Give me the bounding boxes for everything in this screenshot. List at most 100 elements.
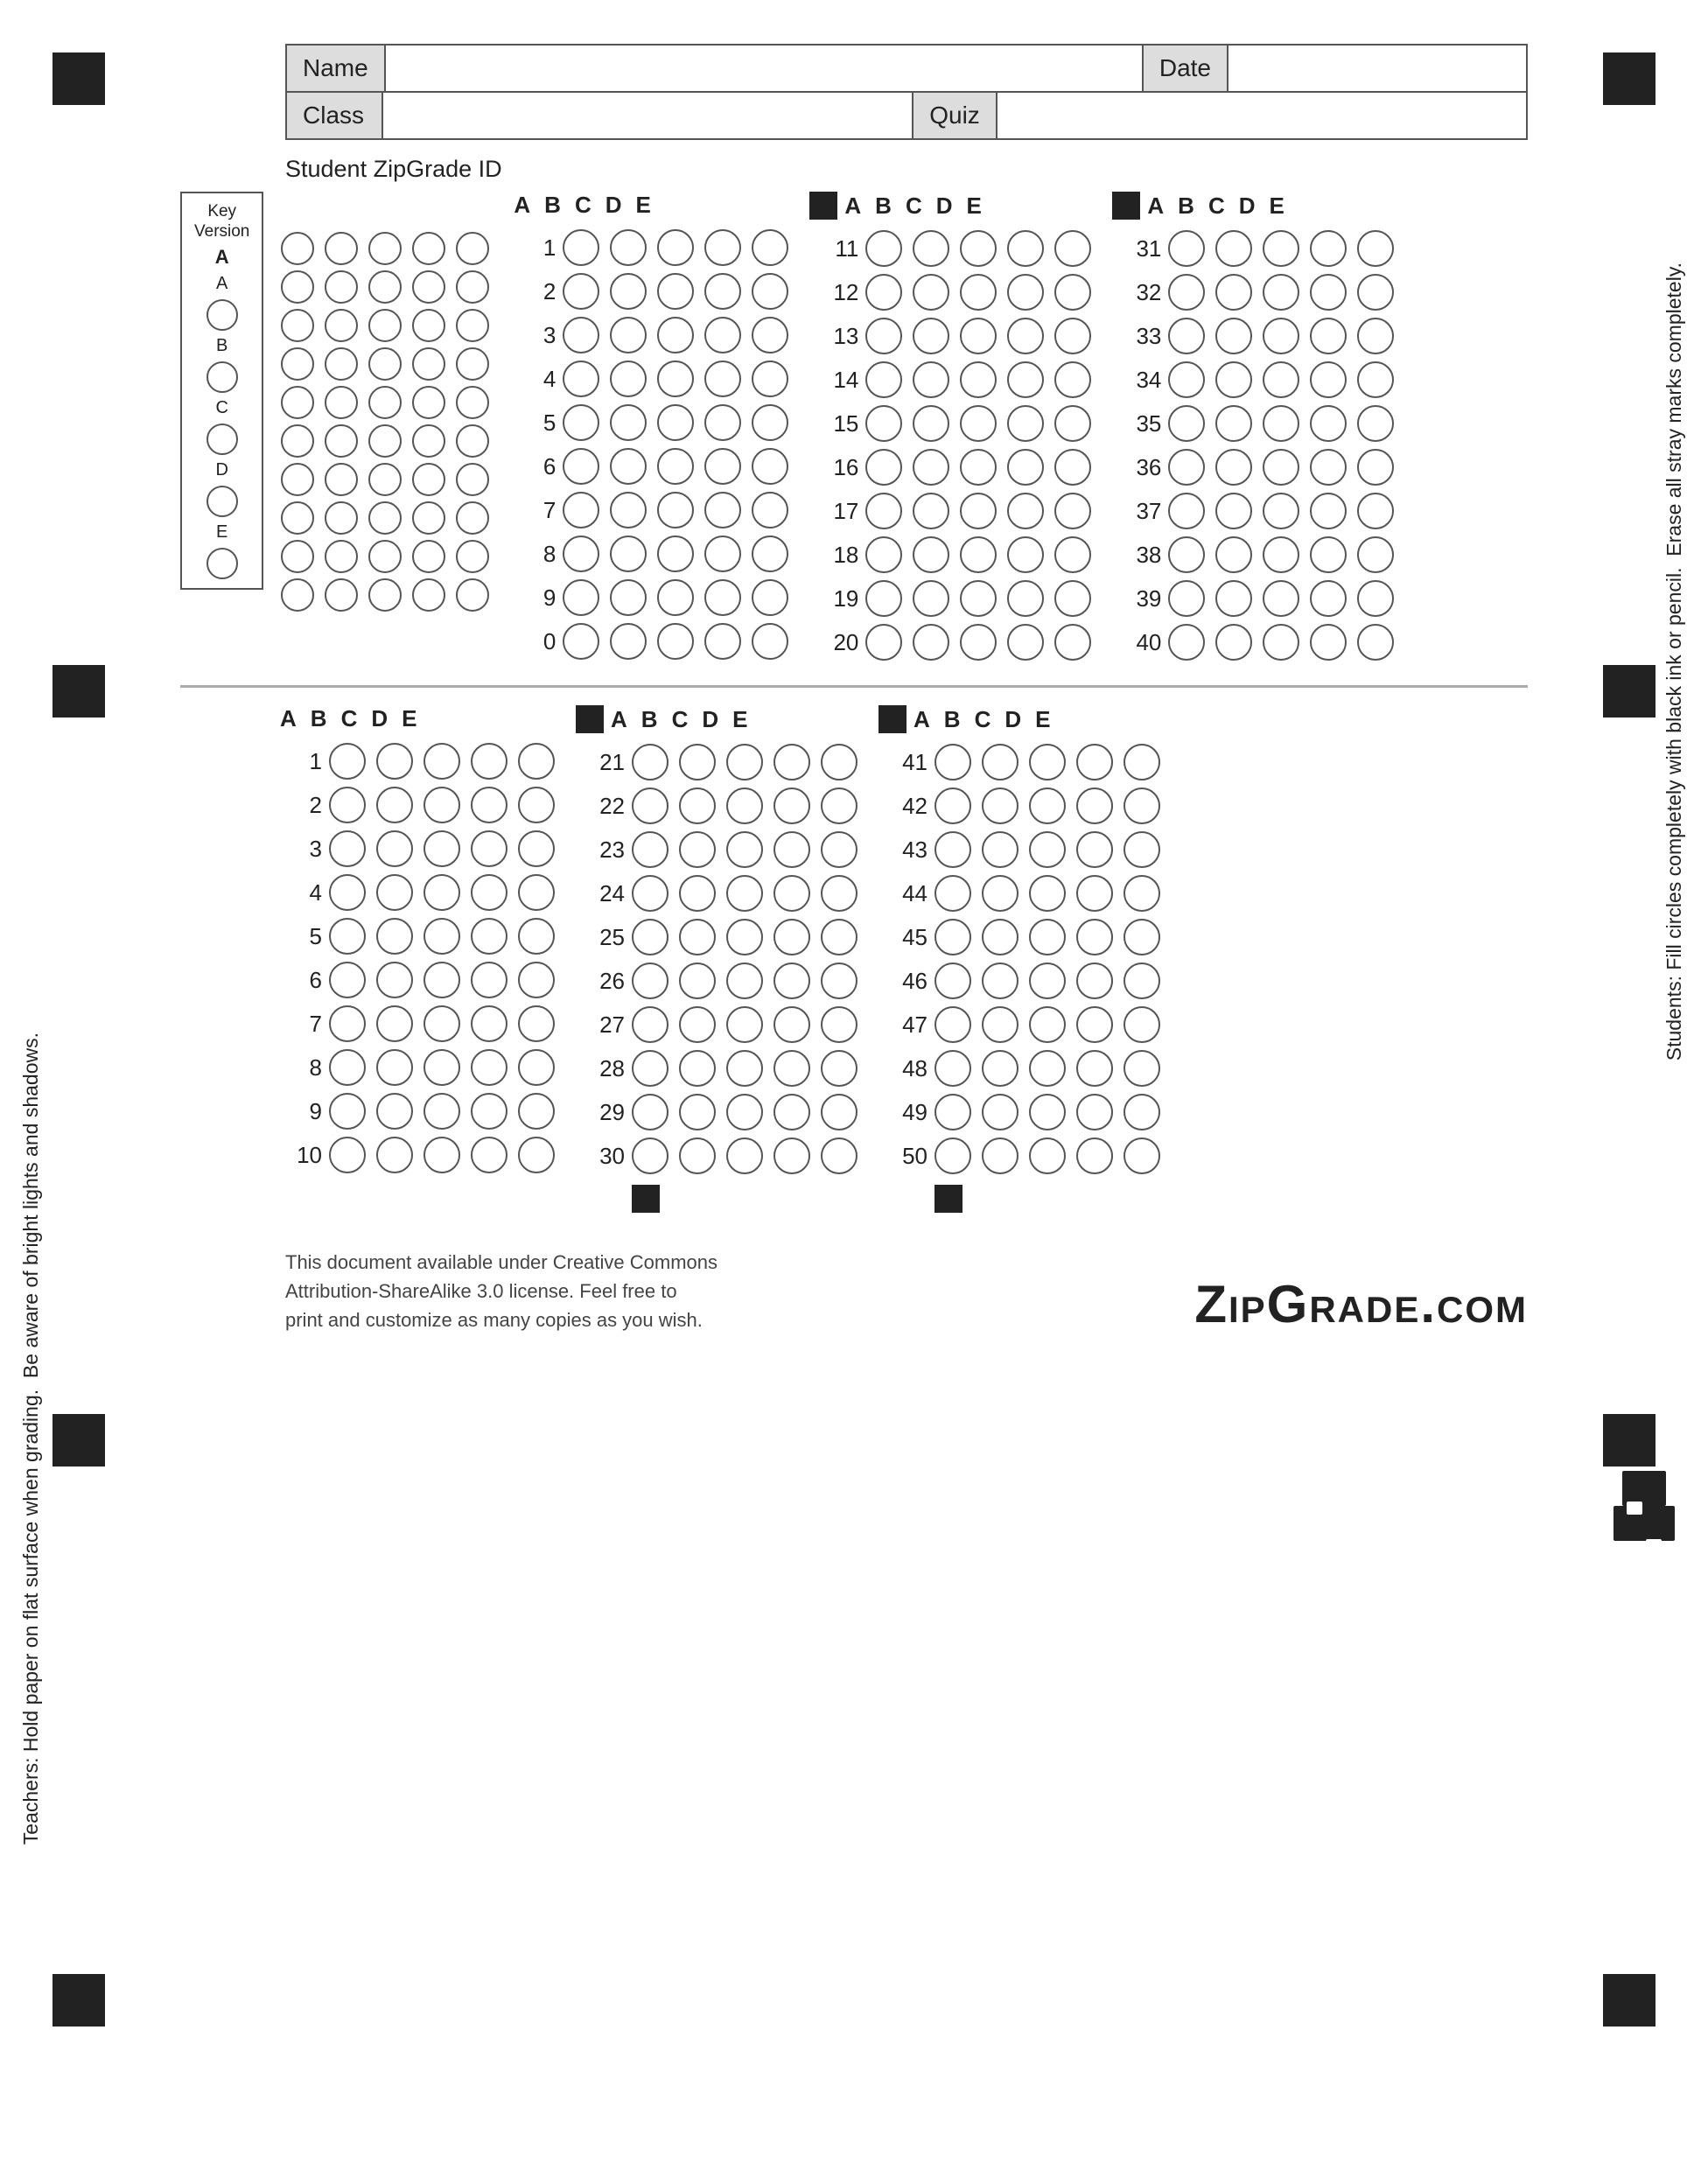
q-row-b8: 8	[273, 1049, 555, 1086]
key-version-value: A	[215, 246, 229, 269]
q-row-b1: 1	[273, 743, 555, 780]
q-row-22: 22	[576, 788, 858, 824]
id-c1-6[interactable]	[281, 463, 314, 496]
students-instruction-text: Students: Fill circles completely with b…	[1659, 262, 1690, 1060]
q-row-45: 45	[878, 919, 1160, 956]
q-row-8: 8	[507, 536, 788, 572]
answer-grid-bottom: ABCDE 1 2 3 4 5 6 7 8 9 10 ABCDE	[180, 705, 1528, 1213]
class-quiz-row: Class Quiz	[285, 91, 1528, 140]
q-row-21: 21	[576, 744, 858, 780]
q-row-16: 16	[809, 449, 1091, 486]
q-row-19: 19	[809, 580, 1091, 617]
key-letter-c: C	[215, 398, 228, 418]
id-c1-8[interactable]	[281, 540, 314, 573]
col-header-11-20: ABCDE	[809, 192, 1091, 220]
key-bubble-e[interactable]	[206, 548, 238, 579]
q-row-0: 0	[507, 623, 788, 660]
bottom-square-50	[934, 1185, 962, 1213]
name-input[interactable]	[386, 46, 1142, 91]
key-letter-e: E	[216, 522, 228, 542]
quiz-input[interactable]	[998, 93, 1526, 138]
q-row-13: 13	[809, 318, 1091, 354]
q-row-b3: 3	[273, 830, 555, 867]
col-square-31-40	[1112, 192, 1140, 220]
q-row-38: 38	[1112, 536, 1394, 573]
key-version-box: KeyVersion A A B C D E	[180, 192, 263, 590]
col-square-11-20	[809, 192, 837, 220]
q-row-28: 28	[576, 1050, 858, 1087]
spacer-left	[180, 705, 252, 1213]
q-row-34: 34	[1112, 361, 1394, 398]
section-divider	[180, 685, 1528, 688]
q-row-25: 25	[576, 919, 858, 956]
answer-grid-top: ABCDE 1 2 3 4 5 6 7 8 9 0	[507, 192, 1394, 668]
key-bubble-a[interactable]	[206, 299, 238, 331]
bottom-square-30	[632, 1185, 660, 1213]
id-c1-0[interactable]	[281, 232, 314, 265]
q-row-49: 49	[878, 1094, 1160, 1130]
id-c1-4[interactable]	[281, 386, 314, 419]
id-c1-2[interactable]	[281, 309, 314, 342]
q-row-27: 27	[576, 1006, 858, 1043]
corner-mark-tr	[1603, 52, 1656, 105]
page: Students: Fill circles completely with b…	[0, 0, 1708, 2184]
footer-license-text: This document available under Creative C…	[285, 1248, 718, 1334]
footer-brand: ZipGrade.com	[1194, 1274, 1528, 1334]
key-version-title: KeyVersion	[194, 202, 249, 242]
q-row-6: 6	[507, 448, 788, 485]
q-row-9: 9	[507, 579, 788, 616]
id-c1-3[interactable]	[281, 347, 314, 381]
corner-mark-br	[1603, 1974, 1656, 2026]
q-row-36: 36	[1112, 449, 1394, 486]
answer-col-21-30: ABCDE 21 22 23 24 25 26 27 28 29 30	[576, 705, 858, 1213]
bubble-section: KeyVersion A A B C D E	[180, 192, 1528, 668]
q-row-b10: 10	[273, 1137, 555, 1173]
key-bubble-c[interactable]	[206, 424, 238, 455]
q-row-23: 23	[576, 831, 858, 868]
key-letter-a: A	[216, 274, 228, 294]
q-row-39: 39	[1112, 580, 1394, 617]
id-c1-9[interactable]	[281, 578, 314, 612]
id-c1-7[interactable]	[281, 501, 314, 535]
q-row-7: 7	[507, 492, 788, 528]
col-header-31-40: ABCDE	[1112, 192, 1394, 220]
q-row-b4: 4	[273, 874, 555, 911]
key-bubble-d[interactable]	[206, 486, 238, 517]
corner-mark-bml	[52, 1414, 105, 1466]
q-row-11: 11	[809, 230, 1091, 267]
corner-mark-mr	[1603, 665, 1656, 718]
id-c1-5[interactable]	[281, 424, 314, 458]
answer-col-b-1-10: ABCDE 1 2 3 4 5 6 7 8 9 10	[273, 705, 555, 1213]
answer-col-41-50: ABCDE 41 42 43 44 45 46 47 48 49 50	[878, 705, 1160, 1213]
q-row-14: 14	[809, 361, 1091, 398]
key-letter-d: D	[215, 460, 228, 480]
id-c1-1[interactable]	[281, 270, 314, 304]
q-row-2: 2	[507, 273, 788, 310]
col-letters-11-20: ABCDE	[844, 192, 981, 220]
answer-col-1-10: ABCDE 1 2 3 4 5 6 7 8 9 0	[507, 192, 788, 668]
col-header-1-10: ABCDE	[507, 192, 788, 219]
date-input[interactable]	[1228, 46, 1526, 91]
q-row-12: 12	[809, 274, 1091, 311]
class-input[interactable]	[383, 93, 912, 138]
answer-col-31-40: ABCDE 31 32 33 34 35 36 37 38 39 40	[1112, 192, 1394, 668]
q-row-b5: 5	[273, 918, 555, 955]
puzzle-icon	[1614, 1471, 1675, 1554]
key-bubble-b[interactable]	[206, 361, 238, 393]
q-row-1: 1	[507, 229, 788, 266]
q-row-37: 37	[1112, 493, 1394, 529]
q-row-20: 20	[809, 624, 1091, 661]
date-label: Date	[1142, 46, 1228, 91]
header-fields: Name Date Class Quiz	[285, 44, 1528, 138]
q-row-b2: 2	[273, 787, 555, 823]
col-square-21-30	[576, 705, 604, 733]
corner-mark-bmr	[1603, 1414, 1656, 1466]
quiz-label: Quiz	[912, 93, 998, 138]
col-letters-31-40: ABCDE	[1147, 192, 1284, 220]
col-letters-21-30: ABCDE	[611, 706, 747, 733]
name-date-row: Name Date	[285, 44, 1528, 93]
q-row-b9: 9	[273, 1093, 555, 1130]
main-content: Name Date Class Quiz Student ZipGrade ID…	[110, 0, 1598, 1396]
col-header-21-30: ABCDE	[576, 705, 858, 733]
col-header-b-1-10: ABCDE	[273, 705, 555, 732]
